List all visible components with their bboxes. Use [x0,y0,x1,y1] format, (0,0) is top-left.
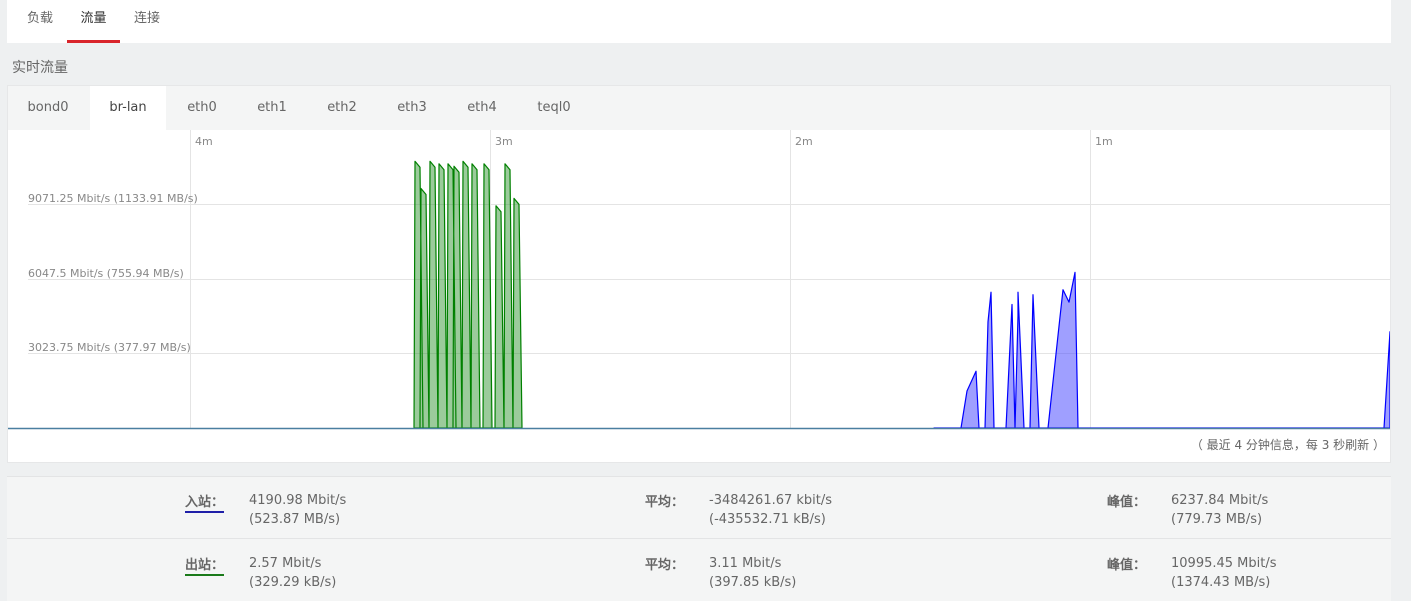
outbound-current-sub: (329.29 kB/s) [249,575,337,590]
inbound-avg-sub: (-435532.71 kB/s) [709,512,826,527]
tab-eth4[interactable]: eth4 [454,86,510,130]
inbound-current-sub: (523.87 MB/s) [249,512,341,527]
inbound-peak-value: 6237.84 Mbit/s [1171,493,1269,508]
tab-eth2[interactable]: eth2 [314,86,370,130]
inbound-peak-sub: (779.73 MB/s) [1171,512,1263,527]
stats-row-inbound: 入站： 4190.98 Mbit/s (523.87 MB/s) 平均： -34… [7,477,1391,539]
outbound-series-area [413,160,523,429]
stats-row-outbound: 出站： 2.57 Mbit/s (329.29 kB/s) 平均： 3.11 M… [7,540,1391,601]
outbound-avg-value: 3.11 Mbit/s [709,556,782,571]
inbound-peak: 6237.84 Mbit/s (779.73 MB/s) [1171,491,1268,529]
tab-eth0[interactable]: eth0 [174,86,230,130]
inbound-peak-label: 峰值： [1107,495,1147,510]
outbound-avg-label: 平均： [645,558,685,573]
tab-br-lan[interactable]: br-lan [90,86,166,130]
tab-connections[interactable]: 连接 [127,0,167,43]
time-label-2m: 2m [795,135,813,148]
inbound-label: 入站： [185,491,225,513]
time-label-4m: 4m [195,135,213,148]
tab-traffic[interactable]: 流量 [67,0,120,43]
y-label-high: 9071.25 Mbit/s (1133.91 MB/s) [28,192,198,205]
outbound-peak-sub: (1374.43 MB/s) [1171,575,1271,590]
tab-load[interactable]: 负载 [20,0,60,43]
outbound-label: 出站： [185,554,225,576]
tab-eth1[interactable]: eth1 [244,86,300,130]
traffic-stats: 入站： 4190.98 Mbit/s (523.87 MB/s) 平均： -34… [7,476,1391,601]
tab-teql0[interactable]: teql0 [524,86,584,130]
time-label-1m: 1m [1095,135,1113,148]
time-label-3m: 3m [495,135,513,148]
traffic-chart: 4m 3m 2m 1m 9071.25 Mbit/s (1133.91 MB/s… [8,130,1390,430]
inbound-avg: -3484261.67 kbit/s (-435532.71 kB/s) [709,491,832,529]
inbound-avg-label: 平均： [645,495,685,510]
refresh-info: （ 最近 4 分钟信息，每 3 秒刷新 ） [1190,438,1385,452]
outbound-current: 2.57 Mbit/s (329.29 kB/s) [249,554,336,592]
inbound-current-value: 4190.98 Mbit/s [249,493,347,508]
realtime-traffic-panel: bond0 br-lan eth0 eth1 eth2 eth3 eth4 te… [7,85,1391,463]
outbound-current-value: 2.57 Mbit/s [249,556,322,571]
top-tab-bar: 负载 流量 连接 [7,0,1391,43]
inbound-avg-value: -3484261.67 kbit/s [709,493,833,508]
outbound-peak-label: 峰值： [1107,558,1147,573]
section-title: 实时流量 [12,60,68,76]
outbound-avg-sub: (397.85 kB/s) [709,575,797,590]
tab-eth3[interactable]: eth3 [384,86,440,130]
outbound-peak-value: 10995.45 Mbit/s [1171,556,1277,571]
outbound-avg: 3.11 Mbit/s (397.85 kB/s) [709,554,796,592]
inbound-series-area [933,271,1390,429]
outbound-peak: 10995.45 Mbit/s (1374.43 MB/s) [1171,554,1277,592]
tab-bond0[interactable]: bond0 [16,86,80,130]
inbound-current: 4190.98 Mbit/s (523.87 MB/s) [249,491,346,529]
y-label-low: 3023.75 Mbit/s (377.97 MB/s) [28,341,191,354]
interface-tab-bar: bond0 br-lan eth0 eth1 eth2 eth3 eth4 te… [8,86,1390,130]
y-label-mid: 6047.5 Mbit/s (755.94 MB/s) [28,267,184,280]
